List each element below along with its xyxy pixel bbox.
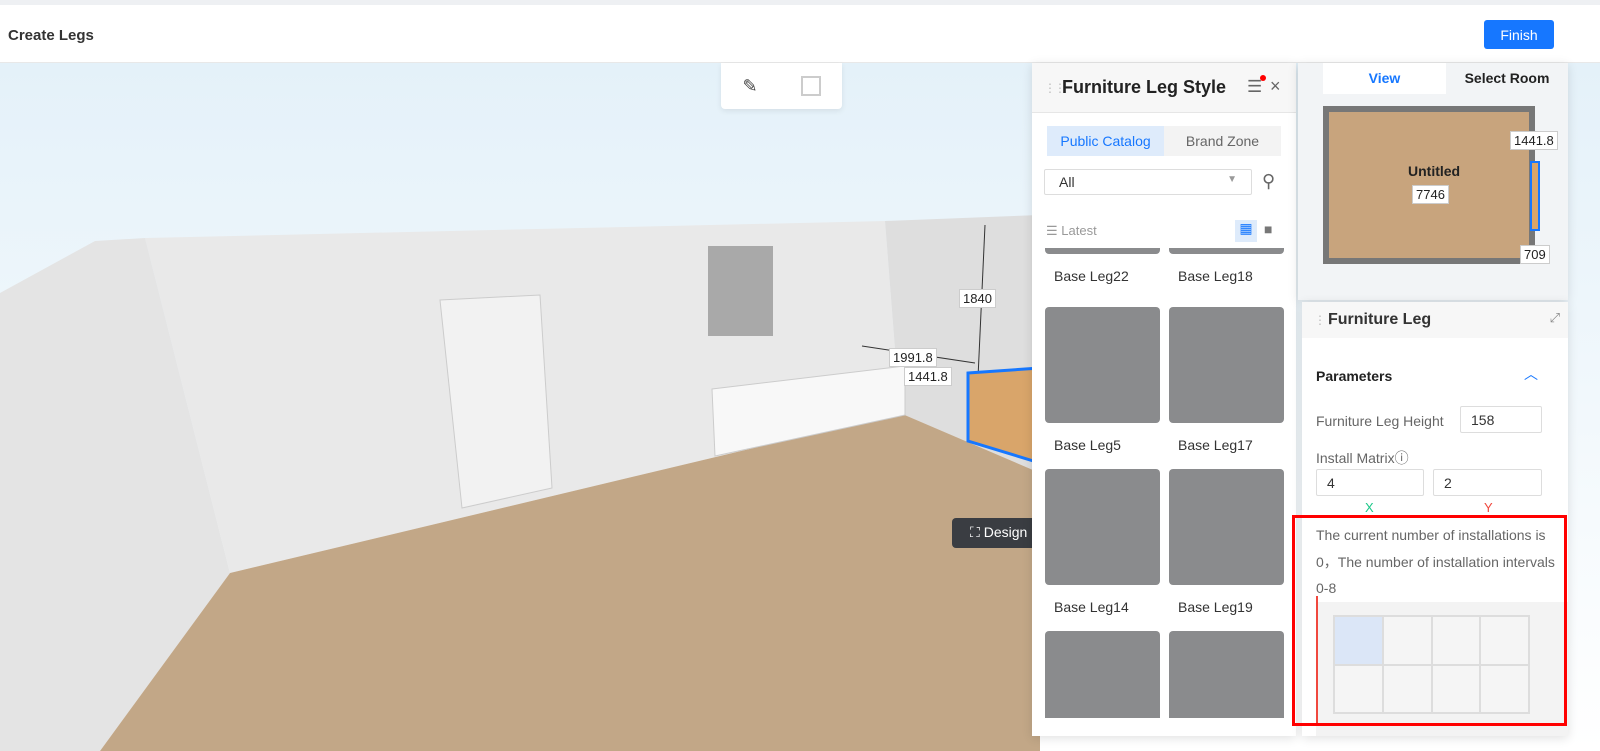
minimap-dim: 1441.8 (1510, 131, 1558, 150)
filter-list-icon[interactable]: ☰ (1247, 75, 1267, 97)
minimap-dim: 709 (1520, 245, 1550, 264)
help-icon[interactable]: ⓘ (1395, 450, 1409, 466)
list-item[interactable] (1169, 631, 1284, 718)
y-axis-label: Y (1484, 500, 1493, 515)
minimap-panel: View Select Room Untitled 1441.8 7746 70… (1298, 63, 1568, 300)
list-item[interactable]: Base Leg17 (1169, 307, 1284, 453)
panel-title: Furniture Leg Style (1062, 77, 1227, 97)
matrix-y-input[interactable]: 2 (1433, 469, 1542, 496)
height-label: Furniture Leg Height (1316, 413, 1444, 429)
focus-icon: ⛶ (970, 524, 984, 540)
tab-view[interactable]: View (1323, 63, 1446, 94)
tab-public-catalog[interactable]: Public Catalog (1047, 126, 1164, 156)
scene-toolbar: ✎ (721, 63, 842, 109)
drag-handle-icon[interactable]: ⋮⋮ (1314, 313, 1336, 327)
sort-latest[interactable]: ☰ Latest (1046, 223, 1097, 239)
expand-icon[interactable]: ⤢ (1550, 310, 1560, 326)
page-title: Create Legs (8, 27, 94, 44)
matrix-label: Install Matrix (1316, 450, 1395, 466)
list-item[interactable]: Base Leg5 (1045, 307, 1160, 453)
furniture-leg-style-panel: ⋮⋮ Furniture Leg Style ☰ × Public Catalog… (1032, 63, 1296, 736)
matrix-x-input[interactable]: 4 (1316, 469, 1424, 496)
minimap-dim: 7746 (1412, 185, 1449, 204)
top-bar: Create Legs Finish (0, 0, 1600, 63)
tab-select-room[interactable]: Select Room (1446, 63, 1568, 94)
list-item[interactable]: Base Leg14 (1045, 469, 1160, 615)
design-button[interactable]: ⛶ Design (952, 518, 1042, 548)
room-name: Untitled (1408, 163, 1461, 179)
list-item[interactable] (1045, 631, 1160, 718)
close-icon[interactable]: × (1270, 76, 1281, 97)
list-item[interactable]: Base Leg22 (1045, 248, 1160, 284)
x-axis-label: X (1365, 500, 1374, 515)
tab-brand-zone[interactable]: Brand Zone (1164, 126, 1281, 156)
range-hood (708, 246, 773, 336)
chevron-up-icon[interactable]: ︿ (1524, 364, 1538, 384)
highlight-box (1292, 515, 1567, 726)
search-icon[interactable]: ⚲ (1262, 171, 1275, 192)
list-item[interactable]: Base Leg19 (1169, 469, 1284, 615)
category-select[interactable]: All ▼ (1044, 169, 1252, 195)
dimension-depth-bottom: 1441.8 (904, 367, 952, 386)
add-frame-icon[interactable] (800, 76, 821, 96)
selected-cabinet-marker (1530, 161, 1540, 231)
folder-icon[interactable]: ■ (1264, 221, 1272, 237)
paint-brush-icon[interactable]: ✎ (742, 76, 757, 97)
section-parameters: Parameters (1316, 368, 1393, 384)
dimension-depth-top: 1991.8 (889, 348, 937, 367)
leg-height-input[interactable]: 158 (1460, 406, 1542, 433)
list-item[interactable]: Base Leg18 (1169, 248, 1284, 284)
grid-view-icon[interactable]: ▦ (1235, 220, 1257, 242)
leg-style-grid: Base Leg22 Base Leg18 Base Leg5 Base Leg… (1045, 248, 1285, 718)
drag-handle-icon[interactable]: ⋮⋮ (1044, 81, 1066, 95)
dimension-height: 1840 (959, 289, 996, 308)
chevron-down-icon: ▼ (1227, 174, 1237, 185)
panel-title: Furniture Leg (1328, 311, 1432, 328)
finish-button[interactable]: Finish (1484, 20, 1554, 49)
